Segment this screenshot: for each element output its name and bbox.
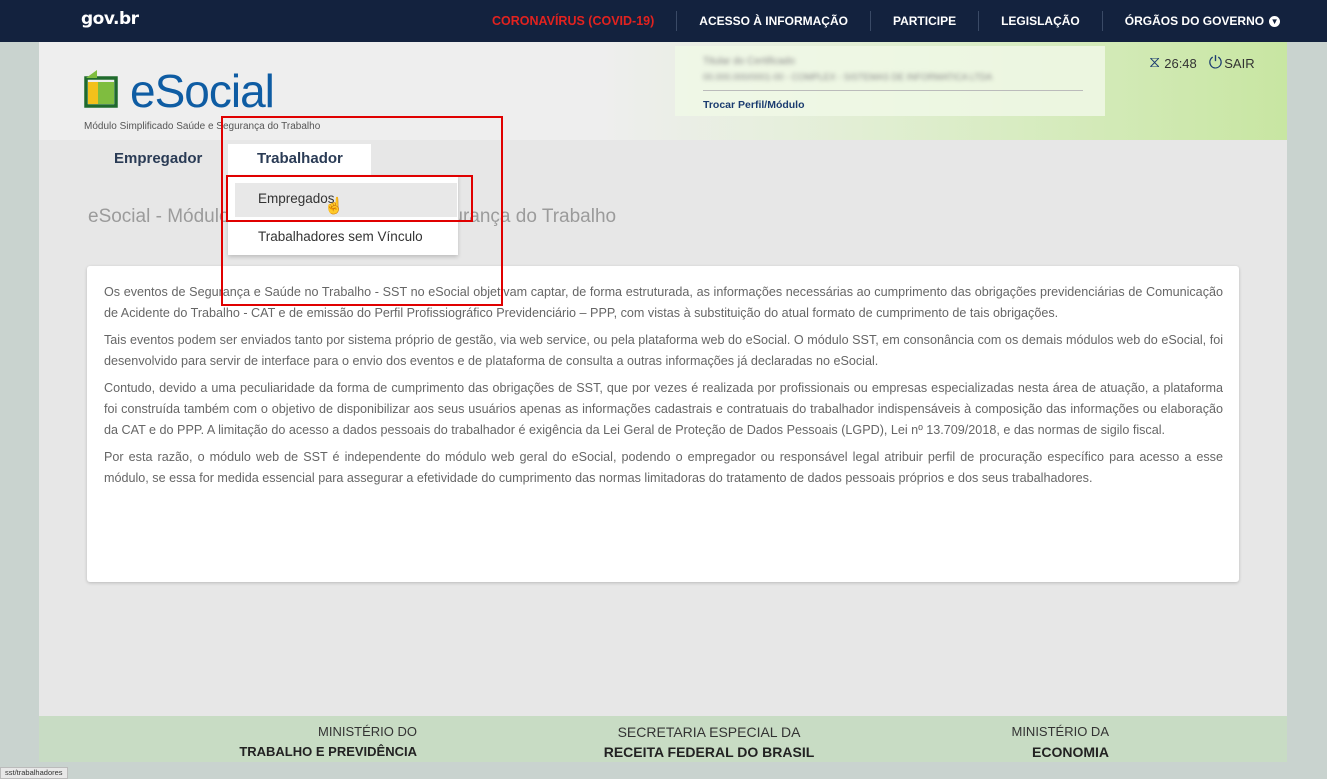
- chevron-down-icon: ▼: [1269, 16, 1281, 27]
- footer-org-receita: SECRETARIA ESPECIAL DA RECEITA FEDERAL D…: [599, 722, 819, 762]
- esocial-logo-mark-icon: [84, 70, 118, 108]
- employer-identification: 00.000.000/0001-00 - COMPLEX - SISTEMAS …: [703, 72, 993, 82]
- footer-org-trabalho: MINISTÉRIO DO TRABALHO E PREVIDÊNCIA: [239, 722, 417, 762]
- page-container: eSocial Módulo Simplificado Saúde e Segu…: [39, 42, 1287, 762]
- footer-org-line: RECEITA FEDERAL DO BRASIL: [603, 744, 815, 760]
- session-area: ⧖ 26:48 ⏻ SAIR: [1149, 53, 1255, 73]
- footer-org-line: TRABALHO E PREVIDÊNCIA: [239, 744, 417, 759]
- footer-org-line: ECONOMIA: [1032, 744, 1109, 760]
- footer-org-line: SECRETARIA ESPECIAL DA: [617, 724, 801, 740]
- power-icon[interactable]: ⏻: [1209, 53, 1222, 73]
- switch-profile-link[interactable]: Trocar Perfil/Módulo: [703, 99, 805, 111]
- legislacao-link[interactable]: LEGISLAÇÃO: [978, 11, 1102, 31]
- esocial-logo-text: eSocial: [130, 65, 275, 117]
- content-paragraph: Tais eventos podem ser enviados tanto po…: [104, 333, 1223, 368]
- highlight-box-empregados: [226, 175, 473, 222]
- browser-status-bar: sst/trabalhadores: [0, 767, 68, 779]
- govbr-logo[interactable]: gov.br: [81, 9, 139, 29]
- nav-empregador[interactable]: Empregador: [114, 144, 202, 176]
- orgaos-governo-link[interactable]: ÓRGÃOS DO GOVERNO ▼: [1101, 11, 1302, 31]
- hourglass-icon: ⧖: [1149, 54, 1161, 71]
- acesso-informacao-link[interactable]: ACESSO À INFORMAÇÃO: [676, 11, 870, 31]
- certificate-holder: Titular do Certificado: [703, 56, 795, 67]
- participe-link[interactable]: PARTICIPE: [869, 11, 978, 31]
- session-timer: 26:48: [1164, 55, 1197, 71]
- footer-org-line: MINISTÉRIO DA: [1011, 724, 1109, 739]
- orgaos-governo-label: ÓRGÃOS DO GOVERNO: [1124, 14, 1265, 28]
- profile-box: Titular do Certificado 00.000.000/0001-0…: [675, 46, 1105, 116]
- profile-divider: [703, 90, 1083, 91]
- content-card: Os eventos de Segurança e Saúde no Traba…: [87, 266, 1239, 582]
- content-paragraph: Por esta razão, o módulo web de SST é in…: [104, 450, 1223, 485]
- govbr-top-bar: gov.br CORONAVÍRUS (COVID-19) ACESSO À I…: [0, 0, 1327, 42]
- content-paragraph: Contudo, devido a uma peculiaridade da f…: [104, 381, 1223, 437]
- logout-button[interactable]: SAIR: [1224, 56, 1254, 71]
- footer-org-line: MINISTÉRIO DO: [318, 724, 417, 739]
- footer-org-economia: MINISTÉRIO DA ECONOMIA: [1011, 722, 1109, 762]
- footer: MINISTÉRIO DO TRABALHO E PREVIDÊNCIA SEC…: [39, 716, 1287, 762]
- govbr-links: CORONAVÍRUS (COVID-19) ACESSO À INFORMAÇ…: [470, 0, 1302, 42]
- covid-link[interactable]: CORONAVÍRUS (COVID-19): [470, 11, 676, 31]
